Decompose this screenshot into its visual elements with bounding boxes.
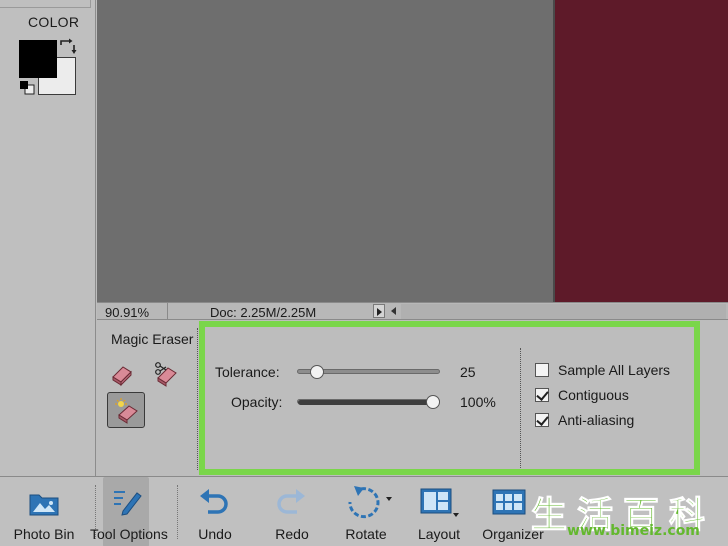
image-content[interactable]	[553, 0, 728, 302]
foreground-color-swatch[interactable]	[19, 40, 57, 78]
eraser-tool-icon[interactable]	[109, 361, 135, 387]
organizer-icon	[492, 489, 526, 515]
magic-eraser-icon	[115, 398, 138, 424]
watermark-url: www.bimeiz.com	[567, 523, 700, 539]
rotate-label: Rotate	[345, 526, 387, 542]
redo-button[interactable]: Redo	[263, 477, 321, 546]
rotate-button[interactable]: Rotate	[336, 477, 396, 546]
layout-label: Layout	[417, 526, 461, 542]
site-watermark: 生活百科 www.bimeiz.com	[527, 486, 727, 542]
undo-icon	[200, 489, 228, 514]
undo-label: Undo	[198, 526, 232, 542]
photo-bin-button[interactable]: Photo Bin	[5, 477, 83, 546]
tool-name-label: Magic Eraser	[111, 331, 194, 347]
background-eraser-tool-icon[interactable]	[152, 361, 178, 387]
photo-bin-icon	[29, 494, 59, 516]
zoom-level[interactable]: 90.91%	[105, 305, 149, 320]
status-bar: 90.91% Doc: 2.25M/2.25M	[97, 302, 728, 320]
scroll-left-icon[interactable]	[391, 307, 396, 315]
tool-options-label: Tool Options	[90, 526, 168, 542]
undo-button[interactable]: Undo	[186, 477, 244, 546]
tool-options-button[interactable]: Tool Options	[90, 477, 168, 546]
tool-options-separator	[197, 328, 198, 470]
redo-label: Redo	[275, 526, 309, 542]
tool-options-icon	[114, 491, 142, 516]
status-menu-arrow-icon[interactable]	[373, 304, 385, 318]
magic-eraser-tool-button[interactable]	[107, 392, 145, 428]
layout-button[interactable]: Layout	[411, 477, 467, 546]
swap-colors-icon[interactable]	[58, 38, 78, 56]
layout-icon	[420, 488, 459, 517]
horizontal-scrollbar[interactable]	[401, 304, 726, 319]
status-divider	[167, 303, 168, 320]
color-section-label: COLOR	[28, 14, 80, 30]
photo-bin-label: Photo Bin	[13, 526, 75, 542]
tool-panel-edge	[0, 0, 91, 8]
default-colors-icon[interactable]	[19, 80, 37, 96]
document-canvas[interactable]	[97, 0, 553, 302]
left-tool-column: COLOR	[0, 0, 96, 476]
document-size-info: Doc: 2.25M/2.25M	[210, 305, 317, 320]
taskbar-separator	[177, 485, 178, 539]
tool-options-highlight	[199, 321, 700, 475]
redo-icon	[277, 489, 305, 514]
rotate-icon	[348, 486, 392, 519]
